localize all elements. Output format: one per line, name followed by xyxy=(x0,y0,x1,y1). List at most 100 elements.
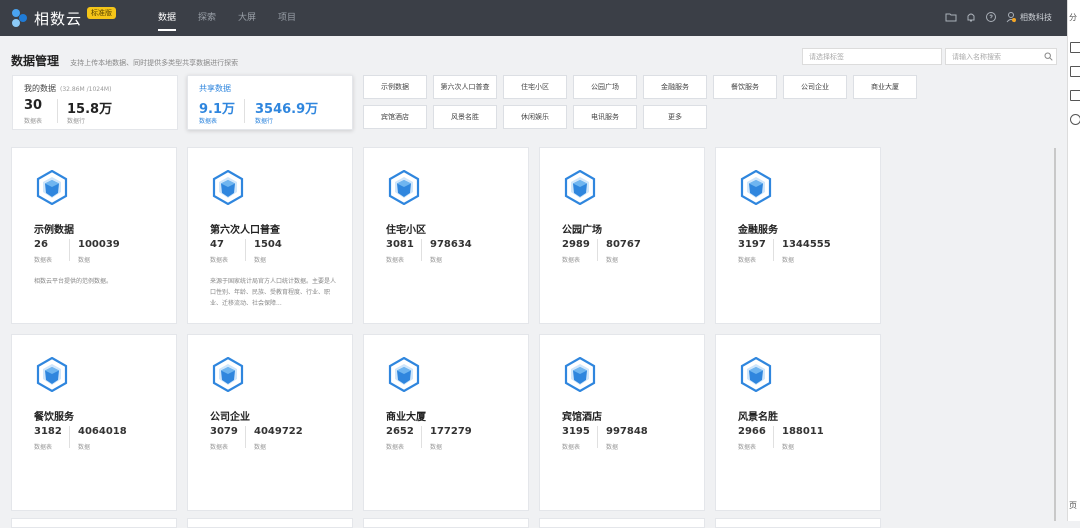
rail-list-icon[interactable] xyxy=(1070,42,1080,53)
dataset-card[interactable]: 餐饮服务 3182 4064018 数据表 数据 xyxy=(11,334,177,511)
dataset-card[interactable]: 公司企业 3079 4049722 数据表 数据 xyxy=(187,334,353,511)
card-row-label: 数据 xyxy=(606,257,619,264)
dataset-cube-icon xyxy=(212,170,244,205)
filter-more[interactable]: 更多 xyxy=(643,105,707,129)
dataset-cube-icon xyxy=(564,357,596,392)
dataset-cube-icon xyxy=(740,357,772,392)
divider xyxy=(245,426,246,448)
dataset-card[interactable]: 金融服务 3197 1344555 数据表 数据 xyxy=(715,147,881,324)
dataset-card[interactable]: 住宅小区 3081 978634 数据表 数据 xyxy=(363,147,529,324)
nav-tab-explore[interactable]: 探索 xyxy=(198,0,216,36)
nav-tab-dashboard[interactable]: 大屏 xyxy=(238,0,256,36)
tag-select[interactable]: 请选择标签 xyxy=(802,48,942,65)
help-icon[interactable] xyxy=(984,10,998,24)
card-row-count: 177279 xyxy=(430,426,472,437)
filter-companies[interactable]: 公司企业 xyxy=(783,75,847,99)
rail-bottom-char: 页 xyxy=(1069,501,1077,510)
card-title: 金融服务 xyxy=(738,225,778,236)
dataset-card-partial[interactable] xyxy=(187,518,353,528)
filter-scenic-spots[interactable]: 风景名胜 xyxy=(433,105,497,129)
card-table-count: 3197 xyxy=(738,239,766,250)
dataset-card[interactable]: 第六次人口普查 47 1504 数据表 数据 来源于国家统计局官方人口统计数据。… xyxy=(187,147,353,324)
card-row-count: 1344555 xyxy=(782,239,831,250)
filter-sample-data[interactable]: 示例数据 xyxy=(363,75,427,99)
card-table-label: 数据表 xyxy=(210,444,229,451)
search-input[interactable]: 请输入名称搜索 xyxy=(945,48,1057,65)
my-rows-count: 15.8万 xyxy=(67,102,113,117)
card-table-count: 3079 xyxy=(210,426,238,437)
nav-tab-projects[interactable]: 项目 xyxy=(278,0,296,36)
rail-settings-icon[interactable] xyxy=(1070,114,1080,125)
dataset-cube-icon xyxy=(388,170,420,205)
user-icon[interactable] xyxy=(1004,10,1018,24)
dataset-card-partial[interactable] xyxy=(715,518,881,528)
dataset-card-partial[interactable] xyxy=(363,518,529,528)
card-table-label: 数据表 xyxy=(738,257,757,264)
card-description: 相数云平台提供的范例数据。 xyxy=(34,278,113,285)
folder-icon[interactable] xyxy=(944,10,958,24)
card-row-label: 数据 xyxy=(606,444,619,451)
card-row-count: 4064018 xyxy=(78,426,127,437)
card-row-count: 100039 xyxy=(78,239,120,250)
filter-parks[interactable]: 公园广场 xyxy=(573,75,637,99)
filter-telecom[interactable]: 电讯服务 xyxy=(573,105,637,129)
divider xyxy=(245,239,246,261)
card-row-label: 数据 xyxy=(78,257,91,264)
storage-quota: (32.86M /1024M) xyxy=(60,86,112,93)
card-title: 公司企业 xyxy=(210,412,250,423)
org-name[interactable]: 相数科技 xyxy=(1020,12,1052,23)
filter-hotels[interactable]: 宾馆酒店 xyxy=(363,105,427,129)
rail-doc-icon[interactable] xyxy=(1070,66,1080,77)
shared-data-card[interactable]: 共享数据 9.1万 数据表 3546.9万 数据行 xyxy=(187,75,353,130)
shared-rows-label: 数据行 xyxy=(255,118,274,125)
card-table-count: 3195 xyxy=(562,426,590,437)
dataset-card[interactable]: 风景名胜 2966 188011 数据表 数据 xyxy=(715,334,881,511)
filter-commercial-buildings[interactable]: 商业大厦 xyxy=(853,75,917,99)
app-name: 相数云 xyxy=(34,9,83,28)
dataset-card-partial[interactable] xyxy=(11,518,177,528)
app-logo[interactable]: 相数云 标准版 xyxy=(10,7,117,29)
card-row-count: 4049722 xyxy=(254,426,303,437)
card-row-label: 数据 xyxy=(782,444,795,451)
filter-leisure[interactable]: 休闲娱乐 xyxy=(503,105,567,129)
dataset-card[interactable]: 公园广场 2989 80767 数据表 数据 xyxy=(539,147,705,324)
card-title: 商业大厦 xyxy=(386,412,426,423)
rail-top-char: 分 xyxy=(1069,13,1077,22)
divider xyxy=(597,426,598,448)
dataset-cube-icon xyxy=(36,170,68,205)
filter-residential[interactable]: 住宅小区 xyxy=(503,75,567,99)
page-header: 数据管理 支持上传本地数据、同时提供多类型共享数据进行探索 请选择标签 请输入名… xyxy=(11,48,1057,68)
dataset-card[interactable]: 商业大厦 2652 177279 数据表 数据 xyxy=(363,334,529,511)
search-icon[interactable] xyxy=(1044,52,1053,61)
bell-icon[interactable] xyxy=(964,10,978,24)
shared-data-label: 共享数据 xyxy=(199,84,231,93)
scrollbar[interactable] xyxy=(1054,148,1056,521)
nav-tab-data[interactable]: 数据 xyxy=(158,0,177,36)
card-description: 来源于国家统计局官方人口统计数据。主要是人口性别、年龄、民族、受教育程度、行业、… xyxy=(210,278,337,307)
card-row-count: 997848 xyxy=(606,426,648,437)
filter-catering[interactable]: 餐饮服务 xyxy=(713,75,777,99)
card-title: 第六次人口普查 xyxy=(210,225,280,236)
dataset-card[interactable]: 宾馆酒店 3195 997848 数据表 数据 xyxy=(539,334,705,511)
card-row-count: 1504 xyxy=(254,239,282,250)
my-rows-label: 数据行 xyxy=(67,118,86,125)
dataset-card[interactable]: 示例数据 26 100039 数据表 数据 相数云平台提供的范例数据。 xyxy=(11,147,177,324)
top-navigation-bar: 相数云 标准版 数据 探索 大屏 项目 相数科技 xyxy=(0,0,1068,36)
card-table-count: 26 xyxy=(34,239,48,250)
card-table-label: 数据表 xyxy=(562,257,581,264)
shared-tables-count: 9.1万 xyxy=(199,102,236,117)
filter-finance[interactable]: 金融服务 xyxy=(643,75,707,99)
divider xyxy=(421,239,422,261)
card-row-count: 188011 xyxy=(782,426,824,437)
card-table-label: 数据表 xyxy=(562,444,581,451)
card-table-count: 47 xyxy=(210,239,224,250)
card-table-label: 数据表 xyxy=(34,444,53,451)
card-table-count: 3182 xyxy=(34,426,62,437)
filter-census[interactable]: 第六次人口普查 xyxy=(433,75,497,99)
my-data-card[interactable]: 我的数据 (32.86M /1024M) 30 数据表 15.8万 数据行 xyxy=(12,75,178,130)
card-row-count: 978634 xyxy=(430,239,472,250)
rail-chat-icon[interactable] xyxy=(1070,90,1080,101)
card-row-label: 数据 xyxy=(782,257,795,264)
divider xyxy=(597,239,598,261)
dataset-card-partial[interactable] xyxy=(539,518,705,528)
